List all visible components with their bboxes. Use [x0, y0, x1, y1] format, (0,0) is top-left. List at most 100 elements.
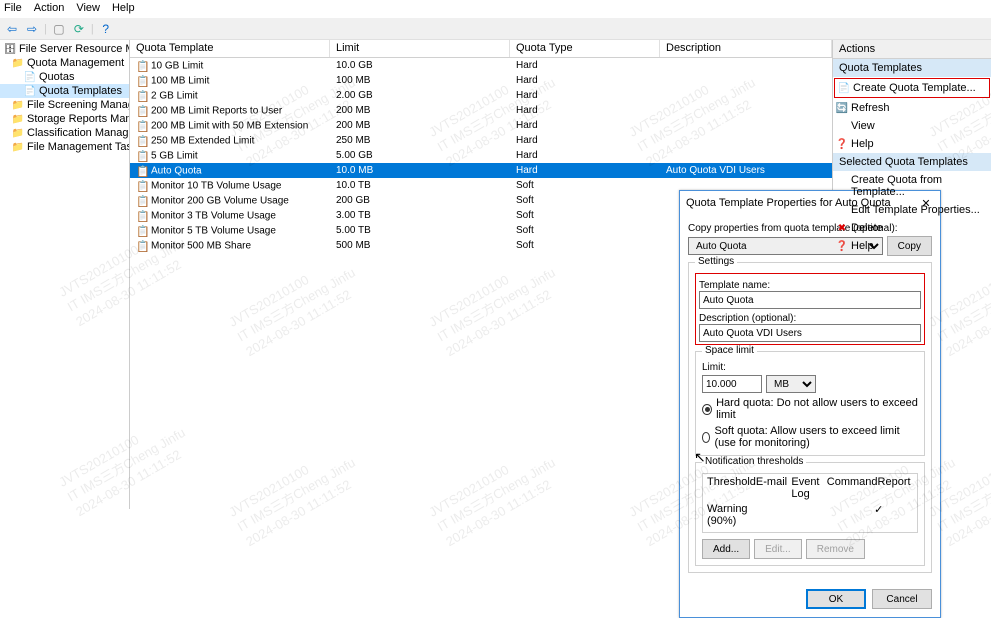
description-input[interactable]: [699, 324, 921, 342]
cancel-button[interactable]: Cancel: [872, 589, 932, 609]
hard-quota-radio[interactable]: Hard quota: Do not allow users to exceed…: [702, 397, 918, 421]
folder-icon: 📁: [12, 57, 24, 69]
template-icon: 📋: [136, 75, 148, 87]
action-label: Create Quota Template...: [853, 82, 976, 94]
tree-item[interactable]: 📄Quota Templates: [0, 84, 129, 98]
toolbar: ⇦ ⇨ | ▢ ⟳ | ?: [0, 18, 991, 40]
menu-file[interactable]: File: [4, 2, 22, 16]
up-icon[interactable]: ▢: [51, 21, 67, 37]
template-icon: 📋: [136, 180, 148, 192]
limit-value-input[interactable]: [702, 375, 762, 393]
tree-root-label: File Server Resource Manager (Local): [19, 43, 130, 55]
tree-item[interactable]: 📄Quotas: [0, 70, 129, 84]
actions-item[interactable]: ❓Help: [833, 237, 991, 255]
actions-item[interactable]: 📄Create Quota Template...: [834, 78, 990, 98]
table-row[interactable]: 📋100 MB Limit100 MBHard: [130, 73, 832, 88]
action-label: Create Quota from Template...: [851, 174, 942, 198]
actions-item[interactable]: 🔄Refresh: [833, 99, 991, 117]
soft-quota-radio[interactable]: Soft quota: Allow users to exceed limit …: [702, 425, 918, 449]
refresh-icon[interactable]: ⟳: [71, 21, 87, 37]
th-col-threshold: Threshold: [707, 476, 756, 500]
actions-title: Actions: [833, 40, 991, 59]
tree-item-label: File Management Tasks: [27, 141, 130, 153]
template-icon: 📋: [136, 90, 148, 102]
tree-item-label: Quota Templates: [39, 85, 122, 97]
forward-icon[interactable]: ⇨: [24, 21, 40, 37]
server-icon: 🗄: [4, 43, 16, 55]
template-icon: 📋: [136, 165, 148, 177]
template-name-input[interactable]: [699, 291, 921, 309]
folder-icon: 📄: [24, 71, 36, 83]
actions-section-selected: Selected Quota Templates: [833, 153, 991, 171]
folder-icon: 📁: [12, 127, 24, 139]
table-row[interactable]: 📋200 MB Limit Reports to User200 MBHard: [130, 103, 832, 118]
tree-item-label: Quotas: [39, 71, 74, 83]
action-label: Help: [851, 138, 874, 150]
template-icon: 📋: [136, 240, 148, 252]
tree-item[interactable]: 📁File Screening Management: [0, 98, 129, 112]
template-icon: 📋: [136, 60, 148, 72]
action-icon: ❓: [836, 138, 848, 150]
radio-checked-icon: [702, 404, 712, 415]
tree-item[interactable]: 📁File Management Tasks: [0, 140, 129, 154]
table-row[interactable]: 📋10 GB Limit10.0 GBHard: [130, 58, 832, 73]
menubar: File Action View Help: [0, 0, 991, 18]
tree-item-label: Quota Management: [27, 57, 124, 69]
folder-icon: 📁: [12, 113, 24, 125]
action-icon: 🔄: [836, 102, 848, 114]
col-description[interactable]: Description: [660, 40, 832, 57]
table-row[interactable]: 📋2 GB Limit2.00 GBHard: [130, 88, 832, 103]
actions-item[interactable]: View: [833, 117, 991, 135]
th-col-report: Report: [878, 476, 913, 500]
table-row[interactable]: 📋250 MB Extended Limit250 MBHard: [130, 133, 832, 148]
template-icon: 📋: [136, 210, 148, 222]
radio-unchecked-icon: [702, 432, 710, 443]
menu-help[interactable]: Help: [112, 2, 135, 16]
tree-pane: 🗄 File Server Resource Manager (Local) 📁…: [0, 40, 130, 509]
notification-thresholds-group: Notification thresholds Threshold E-mail…: [695, 462, 925, 566]
action-icon: ❓: [836, 240, 848, 252]
col-quota-type[interactable]: Quota Type: [510, 40, 660, 57]
tree-item[interactable]: 📁Classification Management: [0, 126, 129, 140]
actions-item[interactable]: ✖Delete: [833, 219, 991, 237]
template-icon: 📋: [136, 135, 148, 147]
menu-view[interactable]: View: [76, 2, 100, 16]
col-limit[interactable]: Limit: [330, 40, 510, 57]
limit-label: Limit:: [702, 362, 918, 373]
actions-item[interactable]: Edit Template Properties...: [833, 201, 991, 219]
action-label: Refresh: [851, 102, 890, 114]
tree-root[interactable]: 🗄 File Server Resource Manager (Local): [0, 42, 129, 56]
action-icon: [836, 204, 848, 216]
back-icon[interactable]: ⇦: [4, 21, 20, 37]
threshold-row[interactable]: Warning (90%)✓: [703, 502, 917, 528]
action-label: View: [851, 120, 875, 132]
menu-action[interactable]: Action: [34, 2, 65, 16]
edit-threshold-button[interactable]: Edit...: [754, 539, 802, 559]
table-row[interactable]: 📋Auto Quota10.0 MBHardAuto Quota VDI Use…: [130, 163, 832, 178]
template-name-label: Template name:: [699, 280, 921, 291]
table-row[interactable]: 📋200 MB Limit with 50 MB Extension200 MB…: [130, 118, 832, 133]
tree-item-label: Classification Management: [27, 127, 130, 139]
tree-item-label: File Screening Management: [27, 99, 130, 111]
description-label: Description (optional):: [699, 313, 921, 324]
tree-item[interactable]: 📁Storage Reports Management: [0, 112, 129, 126]
action-icon: 📄: [838, 82, 850, 94]
action-icon: [836, 174, 848, 186]
actions-item[interactable]: Create Quota from Template...: [833, 171, 991, 201]
ok-button[interactable]: OK: [806, 589, 866, 609]
threshold-list[interactable]: Threshold E-mail Event Log Command Repor…: [702, 473, 918, 533]
limit-unit-select[interactable]: MB: [766, 375, 816, 393]
notification-thresholds-title: Notification thresholds: [702, 456, 806, 467]
soft-quota-label: Soft quota: Allow users to exceed limit …: [714, 425, 918, 449]
table-row[interactable]: 📋5 GB Limit5.00 GBHard: [130, 148, 832, 163]
th-col-email: E-mail: [756, 476, 791, 500]
folder-icon: 📄: [24, 85, 36, 97]
add-threshold-button[interactable]: Add...: [702, 539, 750, 559]
remove-threshold-button[interactable]: Remove: [806, 539, 865, 559]
help-icon[interactable]: ?: [98, 21, 114, 37]
settings-group: Settings Template name: Description (opt…: [688, 262, 932, 573]
col-quota-template[interactable]: Quota Template: [130, 40, 330, 57]
actions-item[interactable]: ❓Help: [833, 135, 991, 153]
tree-item[interactable]: 📁Quota Management: [0, 56, 129, 70]
space-limit-group: Space limit Limit: MB Hard quota: Do not…: [695, 351, 925, 456]
